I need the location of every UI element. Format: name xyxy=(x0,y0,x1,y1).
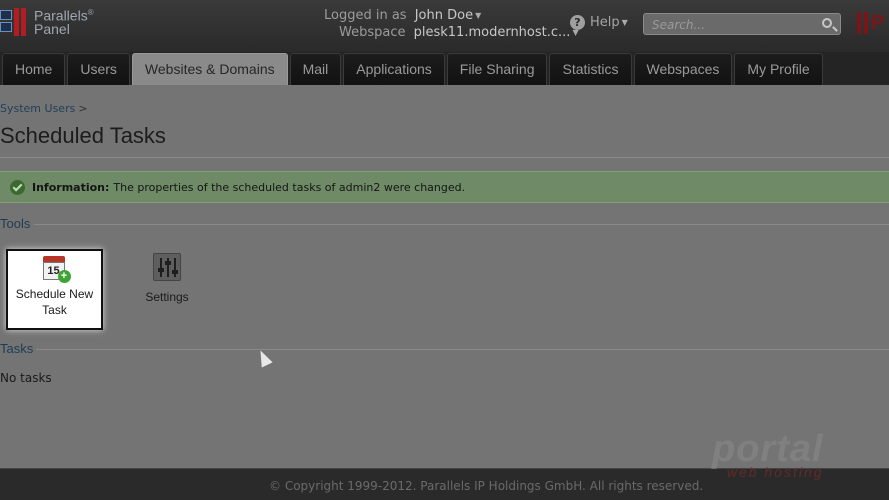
page-title: Scheduled Tasks xyxy=(0,123,166,148)
tab-file-sharing[interactable]: File Sharing xyxy=(446,53,548,85)
calendar-add-icon: 15 + xyxy=(42,256,71,283)
user-menu[interactable]: John Doe ▼ xyxy=(415,8,482,23)
search-input[interactable] xyxy=(644,15,814,35)
tab-webspaces[interactable]: Webspaces xyxy=(633,53,733,85)
logo-text: Parallels® Panel xyxy=(34,7,94,37)
mouse-pointer-icon xyxy=(255,347,273,368)
tasks-section-title: Tasks xyxy=(0,341,34,356)
copyright-text: © Copyright 1999-2012. Parallels IP Hold… xyxy=(269,479,704,493)
divider xyxy=(36,349,889,350)
info-message: Information: The properties of the sched… xyxy=(0,171,889,203)
divider xyxy=(0,157,889,158)
tab-statistics[interactable]: Statistics xyxy=(549,53,632,85)
webspace-selector[interactable]: plesk11.modernhost.c... ▼ xyxy=(414,25,579,40)
tab-my-profile[interactable]: My Profile xyxy=(734,53,823,85)
info-message-text: The properties of the scheduled tasks of… xyxy=(113,180,466,194)
search-icon[interactable] xyxy=(822,18,832,28)
divider xyxy=(34,224,889,225)
breadcrumb: System Users > xyxy=(0,102,88,115)
sliders-icon xyxy=(153,253,181,281)
check-circle-icon xyxy=(10,179,25,195)
portal-watermark-logo: portal web hosting xyxy=(712,428,824,480)
logged-in-row: Logged in as John Doe ▼ xyxy=(324,7,579,24)
chevron-down-icon: ▼ xyxy=(475,11,482,20)
main-content: System Users > Scheduled Tasks Informatio… xyxy=(0,85,889,468)
parallels-logo-icon xyxy=(0,6,30,36)
info-message-label: Information: xyxy=(32,180,110,194)
schedule-new-task-label: Schedule New Task xyxy=(15,287,94,317)
tab-applications[interactable]: Applications xyxy=(343,53,445,85)
tab-home[interactable]: Home xyxy=(2,53,66,85)
webspace-row: Webspace plesk11.modernhost.c... ▼ xyxy=(339,24,579,41)
top-header: Parallels® Panel Logged in as John Doe ▼ … xyxy=(0,0,889,52)
settings-label: Settings xyxy=(145,290,189,304)
tab-websites-domains[interactable]: Websites & Domains xyxy=(131,53,288,85)
search-box xyxy=(643,13,841,35)
help-label: Help xyxy=(590,15,620,30)
logged-in-label: Logged in as xyxy=(324,8,407,23)
tools-section-title: Tools xyxy=(0,216,31,231)
tab-mail[interactable]: Mail xyxy=(289,53,342,85)
schedule-new-task-button[interactable]: 15 + Schedule New Task xyxy=(6,249,103,330)
help-menu[interactable]: ? Help ▼ xyxy=(570,15,628,30)
parallels-brand-mark: P xyxy=(857,12,884,34)
breadcrumb-system-users[interactable]: System Users xyxy=(0,102,75,115)
settings-button[interactable]: Settings xyxy=(133,253,201,305)
tab-users[interactable]: Users xyxy=(67,53,130,85)
help-icon: ? xyxy=(570,15,585,30)
no-tasks-text: No tasks xyxy=(0,371,52,385)
account-info: Logged in as John Doe ▼ Webspace plesk11.… xyxy=(324,7,579,41)
main-nav: Home Users Websites & Domains Mail Appli… xyxy=(0,52,889,85)
webspace-label: Webspace xyxy=(339,25,406,40)
chevron-down-icon: ▼ xyxy=(621,18,628,27)
parallels-logo[interactable]: Parallels® Panel xyxy=(0,6,94,36)
